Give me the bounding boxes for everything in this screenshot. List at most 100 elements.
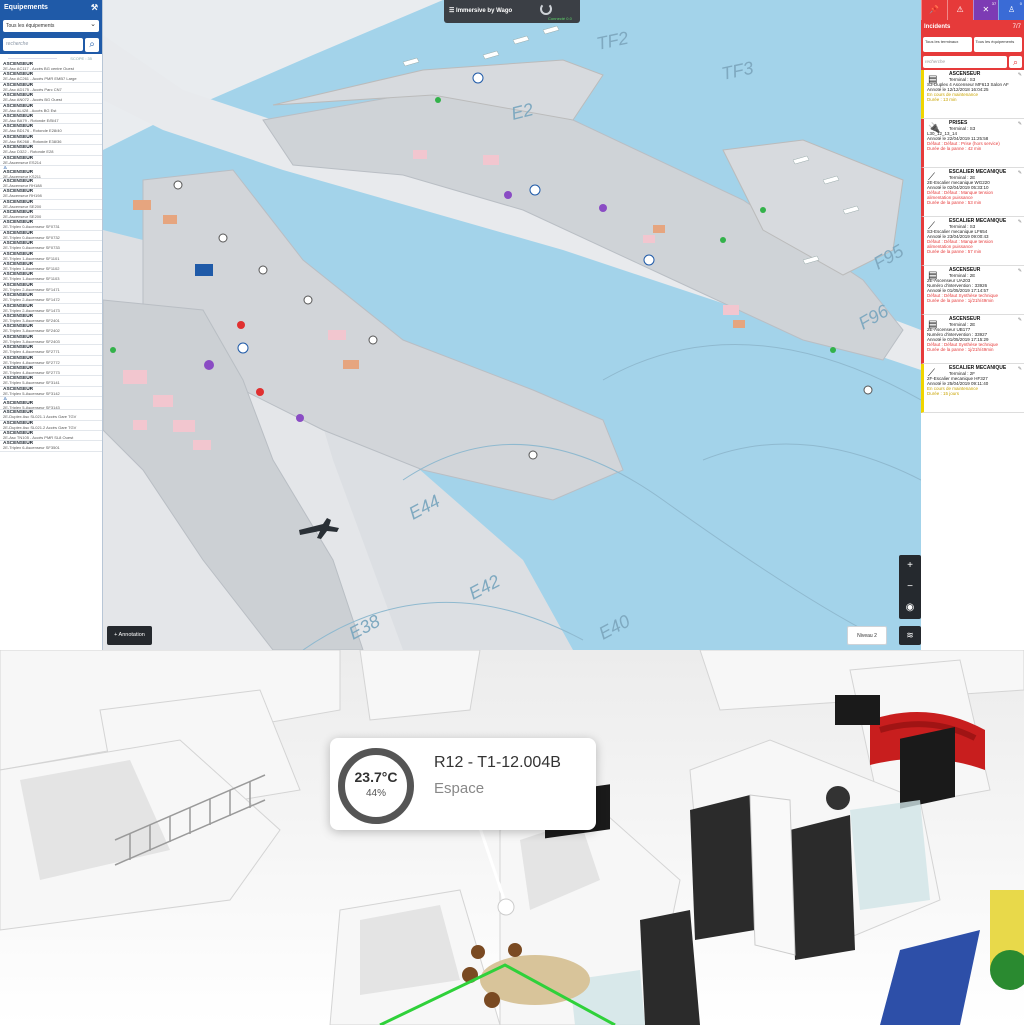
equipment-list-item[interactable]: ASCENSEUR 2E-Asc AL428 - Accès BG Est xyxy=(0,104,102,114)
equipment-list-item[interactable]: ASCENSEUR 2E-Triplex 1-Ascenseur SF1102 xyxy=(0,262,102,273)
pin-icon[interactable]: ✎ xyxy=(1018,268,1022,274)
tools-icon[interactable]: ✕ 37 xyxy=(972,0,999,20)
equipment-list-item[interactable]: ASCENSEUR 2E-Asc AC117 - Accès BG centre … xyxy=(0,62,102,73)
annotation-button[interactable]: + Annotation xyxy=(107,626,152,645)
equipment-list-item[interactable]: ASCENSEUR 2E-Triplex 4-Ascenseur SF2771 xyxy=(0,345,102,356)
layers-button[interactable]: ≋ xyxy=(899,626,921,645)
equipment-id: 2E-Triplex 4-Ascenseur SF2773 xyxy=(3,369,60,375)
equipment-list-item[interactable]: ASCENSEUR 2E-Asc AC261 - Accès PMR EMB7 L… xyxy=(0,72,102,83)
incident-card[interactable]: ▤ ✎ ASCENSEUR Terminal : 2E 2E-Ascenseur UB1… xyxy=(921,315,1024,364)
equipment-list-item[interactable]: ASCENSEUR 2E-Triplex 1-Ascenseur SF1101 xyxy=(0,252,102,263)
incident-detail: Durée de la panne : 42 min xyxy=(927,146,982,152)
incident-card[interactable]: ⟋ ✎ ESCALIER MECANIQUE Terminal : 2F 2F-Esca… xyxy=(921,364,1024,413)
equipment-id: 2E-Ascenseur ES214 xyxy=(3,159,42,165)
pin-icon[interactable]: ✎ xyxy=(1018,121,1022,127)
airport-dashboard: Equipements ⚒ Tous les équipements reche… xyxy=(0,0,1024,650)
zoom-out-button[interactable]: − xyxy=(899,576,921,597)
equipment-list-item[interactable]: ASCENSEUR 2E-Asc D322 - Rotonde E28 xyxy=(0,145,102,156)
equipment-list-item[interactable]: ASCENSEUR 2E-Triplex 5-Ascenseur SF3142 xyxy=(0,387,102,398)
equipment-list-item[interactable]: ASCENSEUR 2E-Triplex 2-Ascenseur SF1473 xyxy=(0,304,102,314)
equipment-list-item[interactable]: ASCENSEUR 2E-Ascenseur SE200 xyxy=(0,210,102,221)
incident-card[interactable]: ⟋ ✎ ESCALIER MECANIQUE Terminal : S3 S3-Esca… xyxy=(921,217,1024,266)
temperature-value: 23.7°C xyxy=(354,769,398,785)
incident-card[interactable]: 🔌 ✎ PRISES Terminal : S3 L30_12_13_14 Annoté … xyxy=(921,119,1024,168)
temperature-gauge: 23.7°C 44% xyxy=(338,748,414,824)
equipment-list-item[interactable]: ♙ ASCENSEUR 2E-Ascenseur KS211 xyxy=(0,166,102,179)
equipment-panel-title: Equipements xyxy=(4,4,48,11)
equipment-list-item[interactable]: ASCENSEUR 2E-Asc BK268 - Rotonde E38/36 xyxy=(0,135,102,146)
locate-button[interactable]: ◉ xyxy=(899,597,921,618)
airport-map[interactable]: TF2 TF3 E2 F96 F95 E44 E42 E40 E38 ☰ Immersive b… xyxy=(103,0,921,650)
equipment-list-item[interactable]: ASCENSEUR 2E-Triplex 1-Ascenseur SF1103 xyxy=(0,272,102,283)
incident-card[interactable]: ▤ ✎ ASCENSEUR Terminal : 2E 2E-Ascenseur UA2… xyxy=(921,266,1024,315)
equipment-list-item[interactable]: ASCENSEUR 2E-Triplex 5-Ascenseur SF3141 xyxy=(0,376,102,387)
equipment-list-item[interactable]: ASCENSEUR 2E-Triplex 2-Ascenseur SF1472 xyxy=(0,293,102,304)
equipment-search-input[interactable]: recherche xyxy=(3,38,83,51)
equipment-list-item[interactable]: ASCENSEUR 2E-Triplex 2-Ascenseur SF1471 xyxy=(0,283,102,294)
level-selector[interactable]: Niveau 2 xyxy=(847,626,887,645)
equipment-list-item[interactable]: ASCENSEUR 2E-Ascenseur RH198 xyxy=(0,189,102,200)
equipment-id: 2E-Asc BK268 - Rotonde E38/36 xyxy=(3,138,62,144)
tab-glyph: ✕ xyxy=(982,5,990,14)
equipment-search: recherche ⌕ xyxy=(0,36,102,54)
incident-search-input[interactable]: recherche xyxy=(923,56,1007,68)
incident-list: ▤ ✎ ASCENSEUR Terminal : S3 S3-Duplex 4 Asce… xyxy=(921,70,1024,413)
equipment-list-item[interactable]: ASCENSEUR 2E-Asc BD176 - Rotonde E28/40 xyxy=(0,124,102,135)
equipment-list-item[interactable]: ASCENSEUR 2E-Triplex 6-Ascenseur SF3501 xyxy=(0,441,102,452)
pin-icon[interactable]: ✎ xyxy=(1018,72,1022,78)
plug-icon: 🔌 xyxy=(928,123,941,134)
equipment-list-item[interactable]: ASCENSEUR 2E-Ascenseur RH188 xyxy=(0,179,102,190)
equipment-list-item[interactable]: ASCENSEUR 2E-Triplex 0-Ascenseur SF0733 xyxy=(0,241,102,252)
equipment-list-item[interactable]: ASCENSEUR 2E-Triplex 0-Ascenseur SF0731 xyxy=(0,220,102,231)
equipment-list-item[interactable]: ASCENSEUR 2E-Duplex Asc SL021.2 Accès Gar… xyxy=(0,421,102,431)
equipment-list-item[interactable]: ASCENSEUR 2E-Asc BA79 - Rotonde E/B/47 xyxy=(0,114,102,125)
terminal-filter-select[interactable]: Tous les terminaux xyxy=(923,37,972,52)
map-canvas[interactable]: TF2TF3E2F96F95E44E42E40E38 xyxy=(103,0,921,650)
search-icon[interactable]: ⌕ xyxy=(85,38,99,52)
pin-icon[interactable]: ✎ xyxy=(1018,219,1022,225)
equipment-list-item[interactable]: ASCENSEUR 2E-Duplex Asc SL021.1 Accès Gar… xyxy=(0,410,102,421)
menu-button[interactable]: ☰ Immersive by Wago xyxy=(449,7,512,14)
equipment-id: 2E-Asc D322 - Rotonde E28 xyxy=(3,149,54,155)
equipment-list-item[interactable]: ASCENSEUR 2E-Asc AN072 - Accès BG Ouest xyxy=(0,93,102,104)
equipment-id: 2E-Triplex 3-Ascenseur SF2403 xyxy=(3,338,60,344)
tab-glyph: ⚠ xyxy=(956,5,964,14)
equipment-list-item[interactable]: ASCENSEUR 2E-Asc TN105 - Accès PMR SL8 Ou… xyxy=(0,431,102,442)
equipment-filter-select[interactable]: Tous les équipements xyxy=(3,20,99,32)
zoom-in-button[interactable]: + xyxy=(899,555,921,576)
incident-filters: Tous les terminaux Tous les équipements xyxy=(921,35,1024,54)
pin-icon[interactable]: ✎ xyxy=(1018,170,1022,176)
sync-icon xyxy=(540,3,552,15)
equipment-list-item[interactable]: ♙ ASCENSEUR 2E-Triplex 5-Ascenseur SF3143 xyxy=(0,397,102,411)
sensor-point[interactable] xyxy=(497,898,515,916)
equipment-list-item[interactable]: ASCENSEUR 2E-Triplex 3-Ascenseur SF2403 xyxy=(0,335,102,346)
incidents-count: 7/7 xyxy=(1012,24,1021,30)
equipment-panel: Equipements ⚒ Tous les équipements reche… xyxy=(0,0,103,650)
search-icon[interactable]: ⌕ xyxy=(1009,56,1022,68)
equipment-id: 2E-Ascenseur RH198 xyxy=(3,193,42,199)
equipment-list-item[interactable]: ASCENSEUR 2E-Triplex 0-Ascenseur SF0732 xyxy=(0,231,102,242)
incident-card[interactable]: ⟋ ✎ ESCALIER MECANIQUE Terminal : 2E 2E-Esca… xyxy=(921,168,1024,217)
equipment-list-item[interactable]: ASCENSEUR 2E-Triplex 3-Ascenseur SF2401 xyxy=(0,314,102,325)
wall-monitor xyxy=(900,727,955,809)
office-3d-view[interactable]: 23.7°C 44% R12 - T1-12.004B Espace xyxy=(0,650,1024,1025)
pin-icon[interactable]: 📌 xyxy=(921,0,947,20)
room-name: R12 - T1-12.004B xyxy=(434,754,561,771)
room-tooltip[interactable]: 23.7°C 44% R12 - T1-12.004B Espace xyxy=(330,738,596,830)
warning-icon[interactable]: ⚠ xyxy=(946,0,973,20)
equipment-list-item[interactable]: ASCENSEUR 2E-Ascenseur SE200 xyxy=(0,200,102,211)
pin-icon[interactable]: ✎ xyxy=(1018,317,1022,323)
incident-card[interactable]: ▤ ✎ ASCENSEUR Terminal : S3 S3-Duplex 4 Asce… xyxy=(921,70,1024,119)
equipment-list-item[interactable]: ASCENSEUR 2E-Triplex 3-Ascenseur SF2402 xyxy=(0,324,102,335)
equipment-list-item[interactable]: ASCENSEUR 2E-Triplex 4-Ascenseur SF2773 xyxy=(0,366,102,377)
escalator-icon: ⟋ xyxy=(928,172,935,183)
pin-icon[interactable]: ✎ xyxy=(1018,366,1022,372)
equipment-list-item[interactable]: ASCENSEUR 2E-Asc AD175 - Accès Parc CN7 xyxy=(0,83,102,94)
equipment-id: 2E-Triplex 1-Ascenseur SF1101 xyxy=(3,255,60,261)
tools-icon[interactable]: ⚒ xyxy=(91,3,98,12)
incident-detail: Durée : 13 min xyxy=(927,97,957,103)
equipment-type-filter-select[interactable]: Tous les équipements xyxy=(973,37,1022,52)
equipment-list-item[interactable]: ASCENSEUR 2E-Triplex 4-Ascenseur SF2772 xyxy=(0,356,102,366)
person-icon[interactable]: ♙ 0 xyxy=(998,0,1024,20)
equipment-list-item[interactable]: ASCENSEUR 2E-Ascenseur ES214 xyxy=(0,156,102,166)
